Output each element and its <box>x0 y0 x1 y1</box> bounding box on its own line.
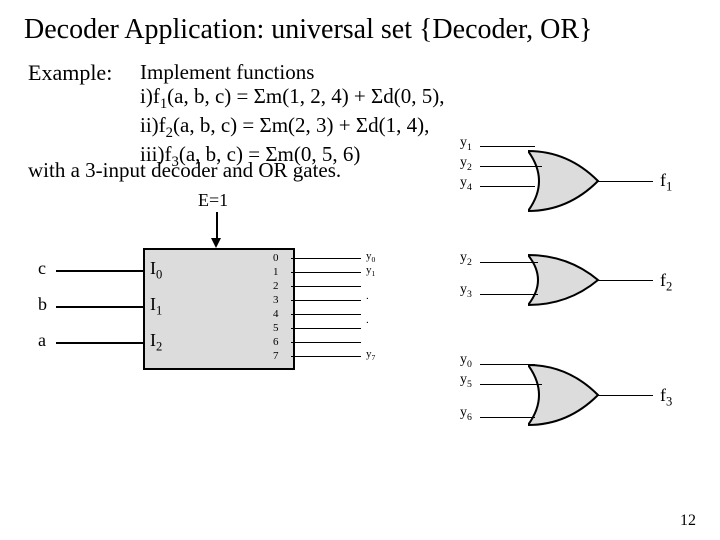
page-number: 12 <box>680 512 696 530</box>
idx-2: 2 <box>273 280 279 292</box>
example-label: Example: <box>28 60 112 86</box>
I0-label: I0 <box>150 258 162 283</box>
g1-outwire <box>598 181 653 182</box>
g3-wire3 <box>480 417 535 418</box>
slide-title: Decoder Application: universal set {Deco… <box>24 14 592 46</box>
g2-in1: y2 <box>460 250 472 268</box>
g3-wire1 <box>480 364 535 365</box>
enable-label: E=1 <box>198 190 228 211</box>
wire-a <box>56 342 143 344</box>
func-1: i)f1(a, b, c) = Σm(1, 2, 4) + Σd(0, 5), <box>140 84 445 113</box>
diagram: E=1 c I0 b I1 a I2 0 1 2 3 4 5 6 7 y0 y1… <box>28 190 692 510</box>
wire-y2 <box>291 286 361 287</box>
wire-c <box>56 270 143 272</box>
idx-0: 0 <box>273 252 279 264</box>
g3-wire2 <box>480 384 542 385</box>
wire-y5 <box>291 328 361 329</box>
funcs-intro: Implement functions <box>140 60 445 84</box>
input-b-label: b <box>38 294 47 315</box>
wire-y3 <box>291 300 361 301</box>
idx-7: 7 <box>273 350 279 362</box>
idx-1: 1 <box>273 266 279 278</box>
with-line: with a 3-input decoder and OR gates. <box>28 158 341 183</box>
out-dot2: . <box>366 314 369 326</box>
idx-6: 6 <box>273 336 279 348</box>
idx-3: 3 <box>273 294 279 306</box>
wire-y4 <box>291 314 361 315</box>
out-y7: y7 <box>366 348 375 362</box>
wire-y7 <box>291 356 361 357</box>
functions-block: Implement functions i)f1(a, b, c) = Σm(1… <box>140 60 445 171</box>
wire-y6 <box>291 342 361 343</box>
g2-outwire <box>598 280 653 281</box>
idx-5: 5 <box>273 322 279 334</box>
g1-in2: y2 <box>460 155 472 173</box>
g1-wire2 <box>480 166 542 167</box>
slide: Decoder Application: universal set {Deco… <box>0 0 720 540</box>
I2-label: I2 <box>150 330 162 355</box>
wire-y1 <box>291 272 361 273</box>
I1-label: I1 <box>150 294 162 319</box>
g1-in1: y1 <box>460 135 472 153</box>
g1-wire1 <box>480 146 535 147</box>
g2-out: f2 <box>660 270 672 295</box>
arrow-down-icon <box>211 238 221 248</box>
input-c-label: c <box>38 258 46 279</box>
input-a-label: a <box>38 330 46 351</box>
g2-wire1 <box>480 262 538 263</box>
g3-in3: y6 <box>460 405 472 423</box>
func-2: ii)f2(a, b, c) = Σm(2, 3) + Σd(1, 4), <box>140 113 445 142</box>
wire-b <box>56 306 143 308</box>
g2-in2: y3 <box>460 282 472 300</box>
g3-out: f3 <box>660 385 672 410</box>
out-dot1: . <box>366 290 369 302</box>
out-y1: y1 <box>366 264 375 278</box>
g3-in2: y5 <box>460 372 472 390</box>
idx-4: 4 <box>273 308 279 320</box>
g1-in3: y4 <box>460 175 472 193</box>
g3-in1: y0 <box>460 352 472 370</box>
g1-out: f1 <box>660 170 672 195</box>
g3-outwire <box>598 395 653 396</box>
g2-wire2 <box>480 294 538 295</box>
out-y0: y0 <box>366 250 375 264</box>
g1-wire3 <box>480 186 535 187</box>
enable-wire <box>216 212 218 240</box>
wire-y0 <box>291 258 361 259</box>
